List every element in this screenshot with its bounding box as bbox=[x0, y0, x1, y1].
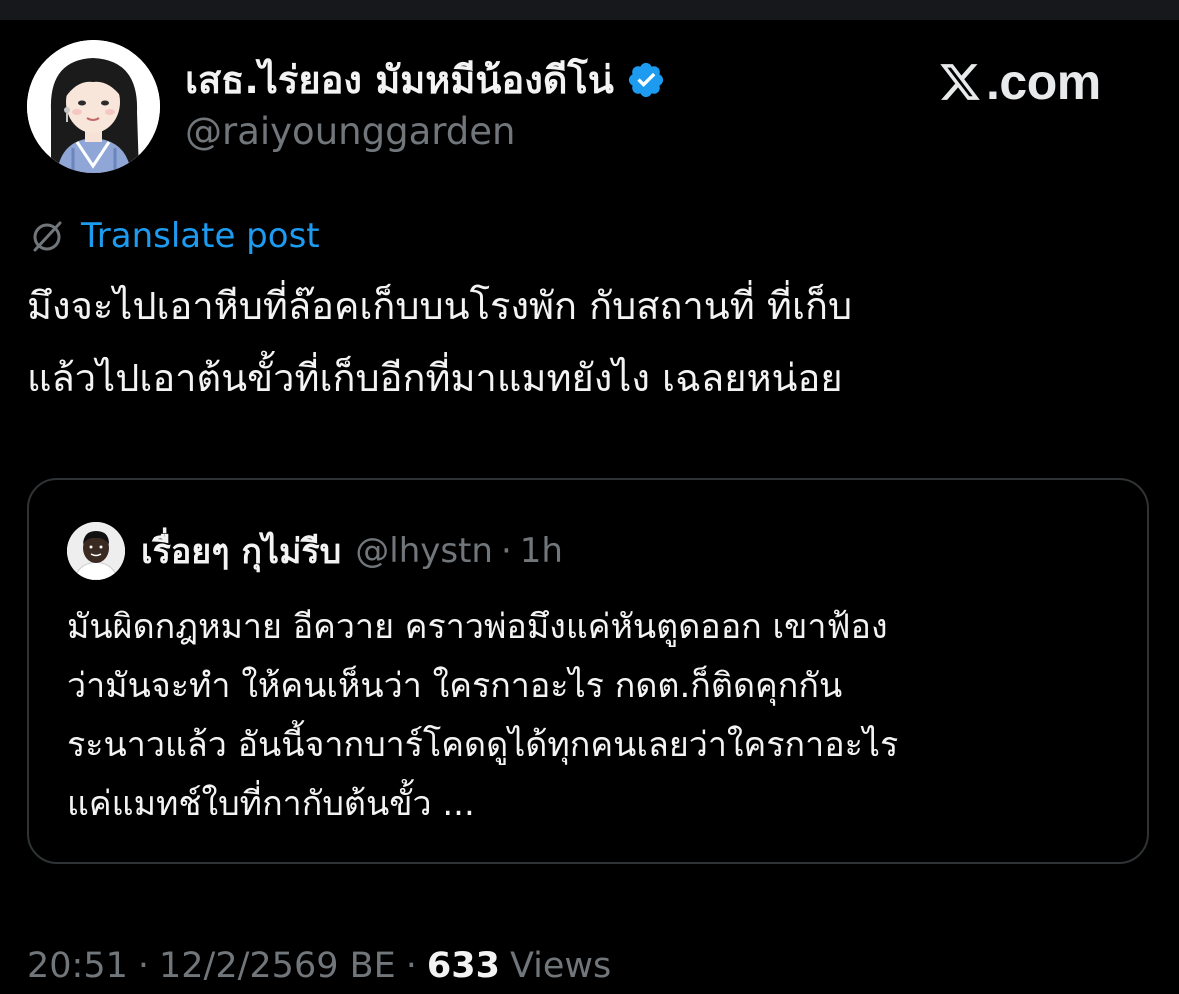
author-name-row: เสธ.ไร่ยอง มัมหมีน้องดีโน่ bbox=[185, 50, 666, 110]
brand-watermark: .com bbox=[938, 52, 1101, 112]
quoted-separator: · bbox=[500, 531, 512, 571]
views-label: Views bbox=[509, 946, 612, 986]
post-meta-row: 20:51 · 12/2/2569 BE · 633 Views bbox=[27, 940, 611, 992]
profile-avatar[interactable] bbox=[27, 40, 160, 173]
author-display-name[interactable]: เสธ.ไร่ยอง มัมหมีน้องดีโน่ bbox=[185, 61, 614, 99]
post-text: มึงจะไปเอาหีบที่ล๊อคเก็บบนโรงพัก กับสถาน… bbox=[27, 284, 853, 400]
brand-text: .com bbox=[986, 54, 1101, 110]
quoted-avatar-illustration bbox=[67, 522, 125, 580]
quoted-post-time[interactable]: 1h bbox=[520, 531, 563, 571]
top-status-strip bbox=[0, 0, 1179, 20]
avatar-illustration bbox=[27, 40, 160, 173]
author-handle[interactable]: @raiyounggarden bbox=[185, 111, 516, 153]
translate-post-link[interactable]: Translate post bbox=[81, 216, 320, 256]
verified-badge-icon bbox=[626, 60, 666, 100]
quoted-post-card[interactable]: เรื่อยๆ กุไม่รีบ @lhystn · 1h มันผิดกฎหม… bbox=[27, 478, 1149, 864]
meta-separator: · bbox=[137, 946, 150, 986]
globe-slash-icon bbox=[33, 221, 62, 252]
post-time[interactable]: 20:51 bbox=[27, 946, 128, 986]
quoted-author-handle[interactable]: @lhystn bbox=[355, 531, 493, 571]
views-count[interactable]: 633 bbox=[427, 946, 500, 986]
x-logo-icon bbox=[940, 64, 980, 100]
quoted-post-header: เรื่อยๆ กุไม่รีบ @lhystn · 1h bbox=[141, 522, 563, 580]
quoted-author-name[interactable]: เรื่อยๆ กุไม่รีบ bbox=[141, 524, 341, 578]
quoted-author-avatar[interactable] bbox=[67, 522, 125, 580]
quoted-post-text: มันผิดกฎหมาย อีควาย คราวพ่อมึงแค่หันตูดอ… bbox=[67, 607, 899, 824]
post-date[interactable]: 12/2/2569 BE bbox=[159, 946, 396, 986]
translate-post-row[interactable]: Translate post bbox=[27, 212, 320, 260]
meta-separator: · bbox=[405, 946, 417, 986]
